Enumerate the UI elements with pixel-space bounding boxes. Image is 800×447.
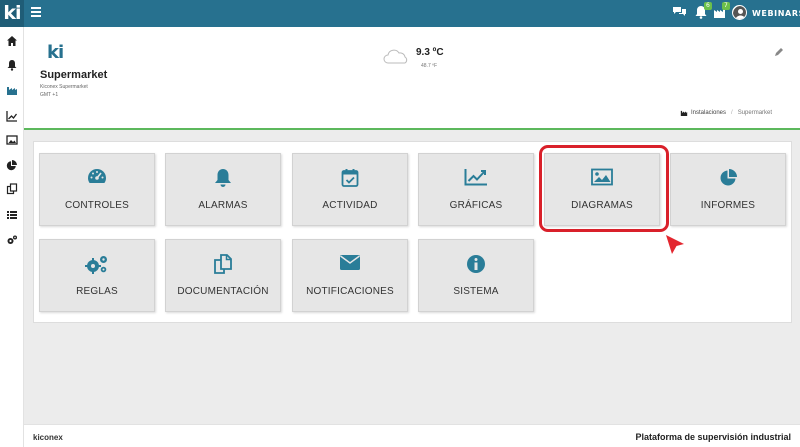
alarm-notifications-button[interactable]: 6 <box>695 2 712 21</box>
tile-label: INFORMES <box>700 200 756 211</box>
bell-icon <box>7 60 17 71</box>
home-icon <box>7 36 17 46</box>
tile-label: NOTIFICACIONES <box>306 286 394 297</box>
sidebar-item-documentation[interactable] <box>6 182 18 195</box>
sidebar-item-graphs[interactable] <box>6 109 18 122</box>
envelope-icon <box>339 254 361 276</box>
info-icon <box>466 254 486 279</box>
sidebar-item-installations[interactable] <box>6 83 18 95</box>
tile-label: SISTEMA <box>453 286 499 297</box>
footer-tagline: Plataforma de supervisión industrial <box>635 432 791 442</box>
line-chart-icon <box>464 168 488 191</box>
chart-count-badge: 7 <box>722 2 730 10</box>
breadcrumb-current: Supermarket <box>737 109 773 116</box>
line-chart-icon <box>6 111 18 122</box>
tile-sistema[interactable]: SISTEMA <box>418 239 534 312</box>
image-icon <box>6 135 18 145</box>
copy-icon <box>213 254 233 279</box>
user-icon <box>733 6 746 19</box>
footer: kiconex Plataforma de supervisión indust… <box>24 424 800 447</box>
cloud-icon <box>382 49 410 70</box>
user-name[interactable]: WEBINARS <box>752 9 800 18</box>
sidebar-item-list[interactable] <box>6 208 18 220</box>
tile-alarmas[interactable]: ALARMAS <box>165 153 281 226</box>
tile-label: GRÁFICAS <box>449 200 503 211</box>
tile-informes[interactable]: INFORMES <box>670 153 786 226</box>
chart-notifications-button[interactable]: 7 <box>713 2 730 21</box>
tile-notificaciones[interactable]: NOTIFICACIONES <box>292 239 408 312</box>
tile-label: ACTIVIDAD <box>322 200 378 211</box>
top-bar: ki 6 7 WEBINARS <box>0 0 800 27</box>
temperature-celsius: 9.3 ºC <box>416 47 444 58</box>
app-logo[interactable]: ki <box>0 0 24 27</box>
sidebar-item-home[interactable] <box>6 34 18 46</box>
pie-chart-icon <box>718 168 738 193</box>
tile-reglas[interactable]: REGLAS <box>39 239 155 312</box>
tile-label: DOCUMENTACIÓN <box>177 286 269 297</box>
sidebar-item-rules[interactable] <box>6 233 18 245</box>
bell-icon <box>214 168 232 193</box>
sidebar <box>0 27 24 447</box>
tile-documentacion[interactable]: DOCUMENTACIÓN <box>165 239 281 312</box>
client-timezone: GMT +1 <box>40 92 59 98</box>
sidebar-item-diagrams[interactable] <box>6 133 18 145</box>
cogs-icon <box>85 254 109 279</box>
industry-icon <box>7 87 17 95</box>
footer-brand: kiconex <box>33 433 63 442</box>
sidebar-item-reports[interactable] <box>6 158 18 171</box>
tile-graficas[interactable]: GRÁFICAS <box>418 153 534 226</box>
calendar-check-icon <box>341 168 359 193</box>
tile-controles[interactable]: CONTROLES <box>39 153 155 226</box>
tile-label: CONTROLES <box>64 200 130 211</box>
breadcrumb-installations-link[interactable]: Instalaciones <box>691 110 726 116</box>
tile-label: REGLAS <box>76 286 118 297</box>
breadcrumb: Instalaciones / Supermarket <box>680 109 772 116</box>
mouse-pointer-icon <box>664 233 686 260</box>
avatar[interactable] <box>732 5 747 20</box>
client-logo: ki <box>47 42 64 63</box>
client-subtitle: Kiconex Supermarket <box>40 84 88 90</box>
tile-label: ALARMAS <box>198 200 248 211</box>
client-name: Supermarket <box>40 69 108 81</box>
menu-toggle-button[interactable] <box>31 7 41 19</box>
list-icon <box>7 211 17 219</box>
tile-actividad[interactable]: ACTIVIDAD <box>292 153 408 226</box>
installation-header: ki Supermarket Kiconex Supermarket GMT +… <box>24 27 800 130</box>
industry-icon <box>680 110 688 116</box>
alarm-count-badge: 6 <box>704 2 712 10</box>
copy-icon <box>6 183 18 195</box>
dashboard-icon <box>87 168 107 189</box>
chat-icon[interactable] <box>672 5 687 21</box>
cogs-icon <box>7 235 17 244</box>
breadcrumb-separator: / <box>731 109 733 116</box>
highlight-box <box>539 145 669 232</box>
pie-chart-icon <box>6 160 17 171</box>
sidebar-item-alarms[interactable] <box>6 58 18 71</box>
pencil-icon[interactable] <box>774 44 784 62</box>
temperature-fahrenheit: 48.7 ºF <box>421 63 438 69</box>
